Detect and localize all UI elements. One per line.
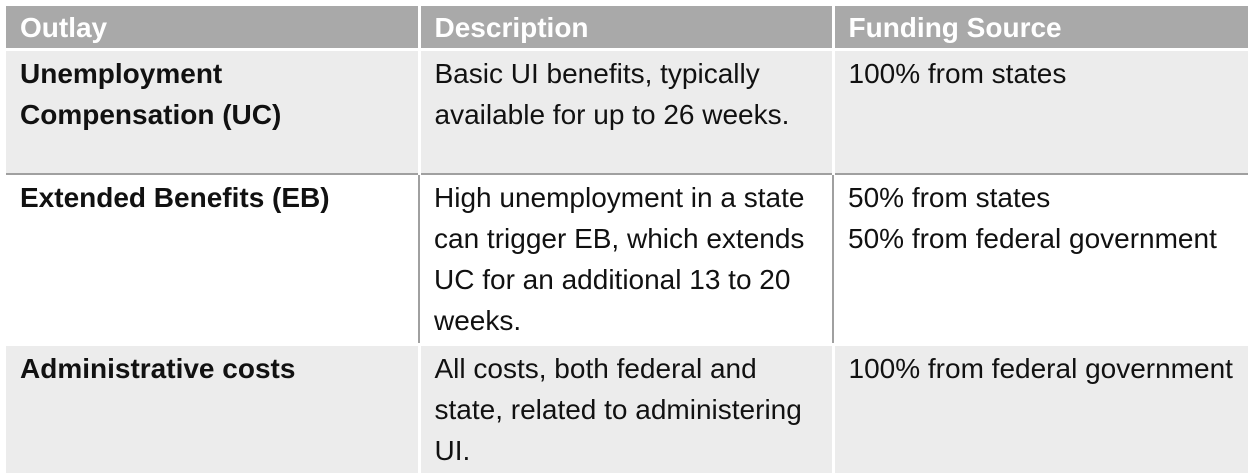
header-row: Outlay Description Funding Source: [6, 6, 1248, 50]
funding-cell: 50% from states 50% from federal governm…: [832, 172, 1248, 345]
header-outlay: Outlay: [6, 6, 419, 50]
description-cell: All costs, both federal and state, relat…: [417, 342, 833, 473]
funding-cell: 100% from states: [831, 48, 1248, 174]
table-row: Extended Benefits (EB) High unemployment…: [6, 172, 1248, 345]
header-description: Description: [417, 6, 833, 50]
description-cell: High unemployment in a state can trigger…: [418, 172, 833, 345]
funding-line: 100% from federal government: [848, 352, 1233, 384]
description-cell: Basic UI benefits, typically available f…: [417, 48, 833, 174]
table-row: Unemployment Compensation (UC) Basic UI …: [6, 48, 1248, 174]
funding-line: 50% from states: [848, 181, 1051, 213]
funding-cell: 100% from federal government: [831, 342, 1248, 473]
funding-table: Outlay Description Funding Source Unempl…: [6, 6, 1248, 473]
table-row: Administrative costs All costs, both fed…: [6, 342, 1248, 473]
funding-line: 50% from federal government: [848, 222, 1217, 254]
header-funding-source: Funding Source: [831, 6, 1248, 50]
outlay-cell: Administrative costs: [6, 342, 419, 473]
outlay-cell: Unemployment Compensation (UC): [6, 48, 419, 174]
funding-line: 100% from states: [848, 58, 1067, 89]
outlay-cell: Extended Benefits (EB): [6, 172, 419, 345]
